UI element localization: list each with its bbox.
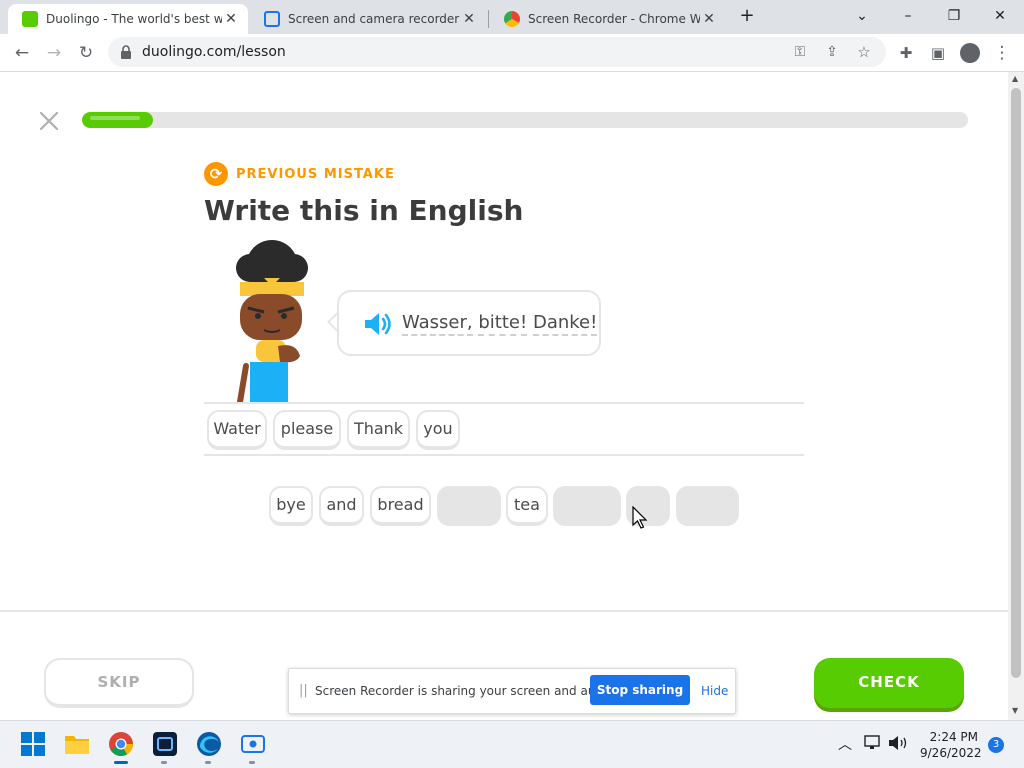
skip-button[interactable]: SKIP [44, 658, 194, 708]
url-text: duolingo.com/lesson [142, 44, 286, 60]
stop-sharing-button[interactable]: Stop sharing [590, 675, 690, 705]
word-bank-empty-slot [676, 486, 739, 526]
progress-fill [82, 112, 153, 128]
key-icon[interactable]: ⚿ [788, 40, 812, 64]
windows-taskbar: ︿ 2:24 PM 9/26/2022 3 [0, 720, 1024, 768]
scroll-up-arrow-icon[interactable]: ▲ [1012, 74, 1018, 83]
tab-screen-recorder[interactable]: Screen and camera recorder - Sc ✕ [250, 4, 486, 34]
menu-kebab-icon[interactable]: ⋮ [990, 41, 1014, 65]
page-scrollbar[interactable]: ▲ ▼ [1008, 72, 1024, 720]
word-bank-chip[interactable]: and [319, 486, 364, 526]
answer-word-chip[interactable]: Water [207, 410, 267, 450]
lesson-page: ⟳ PREVIOUS MISTAKE Write this in English… [0, 72, 1008, 720]
screen-recorder-taskbar-icon[interactable] [240, 731, 266, 757]
lock-icon [121, 45, 131, 59]
answer-word-chip[interactable]: you [416, 410, 460, 450]
profile-avatar-icon[interactable] [958, 41, 982, 65]
chrome-icon[interactable] [108, 731, 134, 757]
chevron-up-icon[interactable]: ︿ [838, 734, 852, 754]
prompt-sentence: Wasser, bitte! Danke! [402, 312, 598, 336]
check-button[interactable]: CHECK [814, 658, 964, 708]
active-app-indicator [114, 761, 128, 764]
tab-title: Screen and camera recorder - Sc [288, 12, 460, 26]
bookmark-star-icon[interactable]: ☆ [852, 40, 876, 64]
screen-sharing-notification: || Screen Recorder is sharing your scree… [288, 668, 736, 714]
word-bank-chip[interactable]: tea [506, 486, 548, 526]
chrome-web-store-favicon-icon [504, 11, 520, 27]
notification-badge[interactable]: 3 [988, 737, 1004, 753]
hide-link[interactable]: Hide [701, 684, 728, 698]
file-explorer-icon[interactable] [64, 731, 90, 757]
answer-word-chip[interactable]: please [273, 410, 341, 450]
browser-tab-bar: Duolingo - The world's best way ✕ Screen… [0, 0, 1024, 34]
recorder-favicon-icon [264, 11, 280, 27]
word-bank-chip[interactable]: bye [269, 486, 313, 526]
repeat-icon: ⟳ [204, 162, 228, 186]
drag-handle-icon[interactable]: || [299, 683, 308, 698]
prompt-word[interactable]: Wasser, [402, 312, 473, 336]
footer-divider [0, 610, 1008, 612]
previous-mistake-badge: ⟳ PREVIOUS MISTAKE [204, 161, 395, 187]
answer-line-bottom [204, 454, 804, 456]
speech-bubble: Wasser, bitte! Danke! [337, 290, 601, 356]
forward-arrow-icon[interactable]: → [42, 41, 66, 65]
share-icon[interactable]: ⇪ [820, 40, 844, 64]
clock-time: 2:24 PM [929, 730, 978, 744]
lesson-progress-bar [82, 112, 968, 128]
prompt-word[interactable]: bitte! [478, 312, 528, 336]
challenge-heading: Write this in English [204, 194, 524, 227]
duolingo-favicon-icon [22, 11, 38, 27]
sharing-message: Screen Recorder is sharing your screen a… [315, 684, 618, 698]
word-bank-empty-slot [437, 486, 501, 526]
tab-title: Duolingo - The world's best way [46, 12, 222, 26]
volume-icon[interactable] [888, 735, 908, 751]
reload-icon[interactable]: ↻ [74, 41, 98, 65]
browser-toolbar: ← → ↻ duolingo.com/lesson ⚿ ⇪ ☆ ✚ ▣ ⋮ [0, 34, 1024, 72]
close-tab-icon[interactable]: ✕ [222, 11, 240, 27]
tab-duolingo[interactable]: Duolingo - The world's best way ✕ [8, 4, 248, 34]
character-illustration [236, 240, 308, 404]
restore-button[interactable]: ❐ [934, 4, 974, 28]
badge-label: PREVIOUS MISTAKE [236, 166, 395, 182]
recorder-app-icon[interactable] [152, 731, 178, 757]
minimize-button[interactable]: – [888, 4, 928, 28]
mouse-cursor-icon [632, 506, 648, 529]
running-app-indicator [205, 761, 211, 764]
extensions-puzzle-icon[interactable]: ✚ [894, 41, 918, 65]
running-app-indicator [249, 761, 255, 764]
prompt-word[interactable]: Danke! [532, 312, 598, 336]
close-window-button[interactable]: ✕ [980, 4, 1020, 28]
tab-search-button[interactable]: ⌄ [842, 4, 882, 28]
answer-word-chip[interactable]: Thank [347, 410, 410, 450]
word-bank-chip[interactable]: bread [370, 486, 431, 526]
clock-date: 9/26/2022 [920, 746, 982, 760]
scroll-down-arrow-icon[interactable]: ▼ [1012, 706, 1018, 715]
tab-chrome-web-store[interactable]: Screen Recorder - Chrome Web ✕ [490, 4, 726, 34]
windows-start-icon[interactable] [20, 731, 46, 757]
word-bank-empty-slot [553, 486, 621, 526]
back-arrow-icon[interactable]: ← [10, 41, 34, 65]
system-clock[interactable]: 2:24 PM 9/26/2022 [920, 729, 982, 761]
close-lesson-icon[interactable] [38, 110, 60, 132]
new-tab-button[interactable]: + [732, 4, 762, 28]
address-bar[interactable]: duolingo.com/lesson ⚿ ⇪ ☆ [108, 37, 886, 67]
tab-title: Screen Recorder - Chrome Web [528, 12, 700, 26]
speaker-audio-icon[interactable] [363, 311, 393, 337]
close-tab-icon[interactable]: ✕ [700, 11, 718, 27]
scrollbar-thumb[interactable] [1011, 88, 1021, 678]
network-icon[interactable] [864, 735, 882, 751]
side-panel-icon[interactable]: ▣ [926, 41, 950, 65]
close-tab-icon[interactable]: ✕ [460, 11, 478, 27]
running-app-indicator [161, 761, 167, 764]
answer-line-top [204, 402, 804, 404]
edge-icon[interactable] [196, 731, 222, 757]
tab-divider [488, 10, 489, 28]
